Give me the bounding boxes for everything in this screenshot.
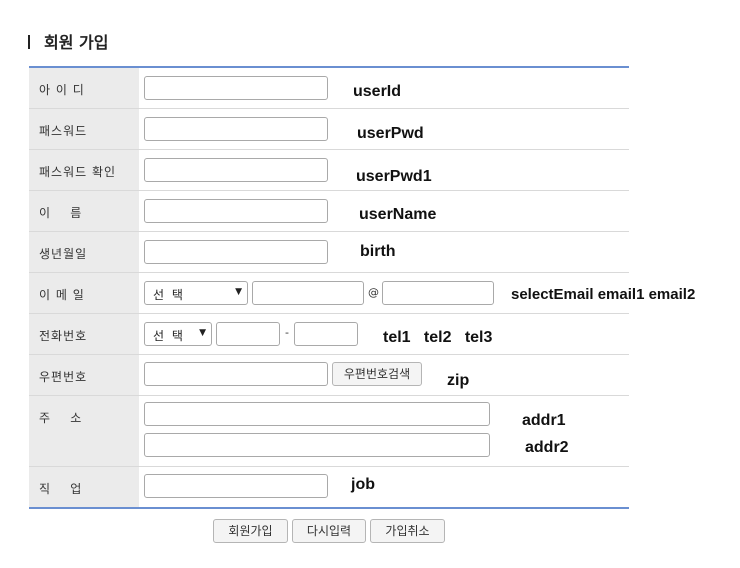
password-confirm-input[interactable] bbox=[144, 158, 328, 182]
email-label-cell: 이 메 일 bbox=[29, 273, 139, 313]
tel-select-value: 선 택 bbox=[153, 329, 185, 343]
birth-input[interactable] bbox=[144, 240, 328, 264]
zip-label: 우편번호 bbox=[39, 370, 88, 384]
email-label: 이 메 일 bbox=[39, 288, 85, 302]
job-input[interactable] bbox=[144, 474, 328, 498]
row-tel: 전화번호 선 택 ▼ - tel1 tel2 tel3 bbox=[29, 314, 629, 355]
row-email: 이 메 일 선 택 ▼ @ selectEmail email1 email2 bbox=[29, 273, 695, 314]
reset-button[interactable]: 다시입력 bbox=[292, 519, 366, 543]
email-domain-select[interactable]: 선 택 ▼ bbox=[144, 281, 248, 305]
job-note: job bbox=[351, 476, 375, 493]
zip-input[interactable] bbox=[144, 362, 328, 386]
addr2-note: addr2 bbox=[525, 439, 569, 456]
userid-input[interactable] bbox=[144, 76, 328, 100]
password-note: userPwd bbox=[357, 125, 424, 142]
tel-note: tel1 tel2 tel3 bbox=[383, 329, 493, 346]
tel3-input[interactable] bbox=[294, 322, 358, 346]
userid-label-cell: 아 이 디 bbox=[29, 68, 139, 108]
page-title: 회원 가입 bbox=[28, 29, 108, 53]
tel-label: 전화번호 bbox=[39, 329, 88, 343]
email-note: selectEmail email1 email2 bbox=[511, 286, 696, 303]
birth-note: birth bbox=[360, 243, 396, 260]
birth-label-cell: 생년월일 bbox=[29, 232, 139, 272]
dropdown-arrow-icon: ▼ bbox=[199, 328, 206, 338]
row-password-confirm: 패스워드 확인 userPwd1 bbox=[29, 150, 629, 191]
signup-submit-button[interactable]: 회원가입 bbox=[213, 519, 288, 543]
job-label-cell: 직 업 bbox=[29, 467, 139, 507]
password-label: 패스워드 bbox=[39, 124, 88, 138]
password-label-cell: 패스워드 bbox=[29, 109, 139, 149]
addr1-note: addr1 bbox=[522, 412, 566, 429]
email-select-value: 선 택 bbox=[153, 288, 185, 302]
birth-label: 생년월일 bbox=[39, 247, 88, 261]
tel-label-cell: 전화번호 bbox=[29, 314, 139, 354]
password-confirm-note: userPwd1 bbox=[356, 168, 432, 185]
address-label: 주 소 bbox=[39, 411, 83, 425]
page-title-text: 회원 가입 bbox=[44, 33, 109, 52]
email1-input[interactable] bbox=[252, 281, 364, 305]
row-address: 주 소 addr1 addr2 bbox=[29, 396, 629, 467]
row-userid: 아 이 디 userId bbox=[29, 68, 629, 109]
addr2-input[interactable] bbox=[144, 433, 490, 457]
title-bar-mark bbox=[28, 35, 30, 49]
name-label: 이 름 bbox=[39, 206, 83, 220]
password-confirm-label: 패스워드 확인 bbox=[39, 165, 117, 179]
signup-form: 아 이 디 userId 패스워드 userPwd 패스워드 확인 userPw… bbox=[29, 66, 695, 509]
row-name: 이 름 userName bbox=[29, 191, 629, 232]
name-note: userName bbox=[359, 206, 437, 223]
row-password: 패스워드 userPwd bbox=[29, 109, 629, 150]
at-symbol: @ bbox=[368, 286, 379, 299]
userid-label: 아 이 디 bbox=[39, 83, 85, 97]
password-input[interactable] bbox=[144, 117, 328, 141]
cancel-signup-button[interactable]: 가입취소 bbox=[370, 519, 445, 543]
dropdown-arrow-icon: ▼ bbox=[235, 287, 242, 297]
zip-label-cell: 우편번호 bbox=[29, 355, 139, 395]
tel2-input[interactable] bbox=[216, 322, 280, 346]
zip-search-button[interactable]: 우편번호검색 bbox=[332, 362, 422, 386]
name-label-cell: 이 름 bbox=[29, 191, 139, 231]
addr1-input[interactable] bbox=[144, 402, 490, 426]
row-birth: 생년월일 birth bbox=[29, 232, 629, 273]
job-label: 직 업 bbox=[39, 482, 83, 496]
tel-dash: - bbox=[285, 326, 289, 339]
password-confirm-label-cell: 패스워드 확인 bbox=[29, 150, 139, 190]
address-label-cell: 주 소 bbox=[29, 396, 139, 466]
name-input[interactable] bbox=[144, 199, 328, 223]
row-job: 직 업 job bbox=[29, 467, 629, 507]
userid-note: userId bbox=[353, 83, 402, 100]
zip-note: zip bbox=[447, 372, 470, 389]
email2-input[interactable] bbox=[382, 281, 494, 305]
tel-prefix-select[interactable]: 선 택 ▼ bbox=[144, 322, 212, 346]
row-zip: 우편번호 우편번호검색 zip bbox=[29, 355, 629, 396]
